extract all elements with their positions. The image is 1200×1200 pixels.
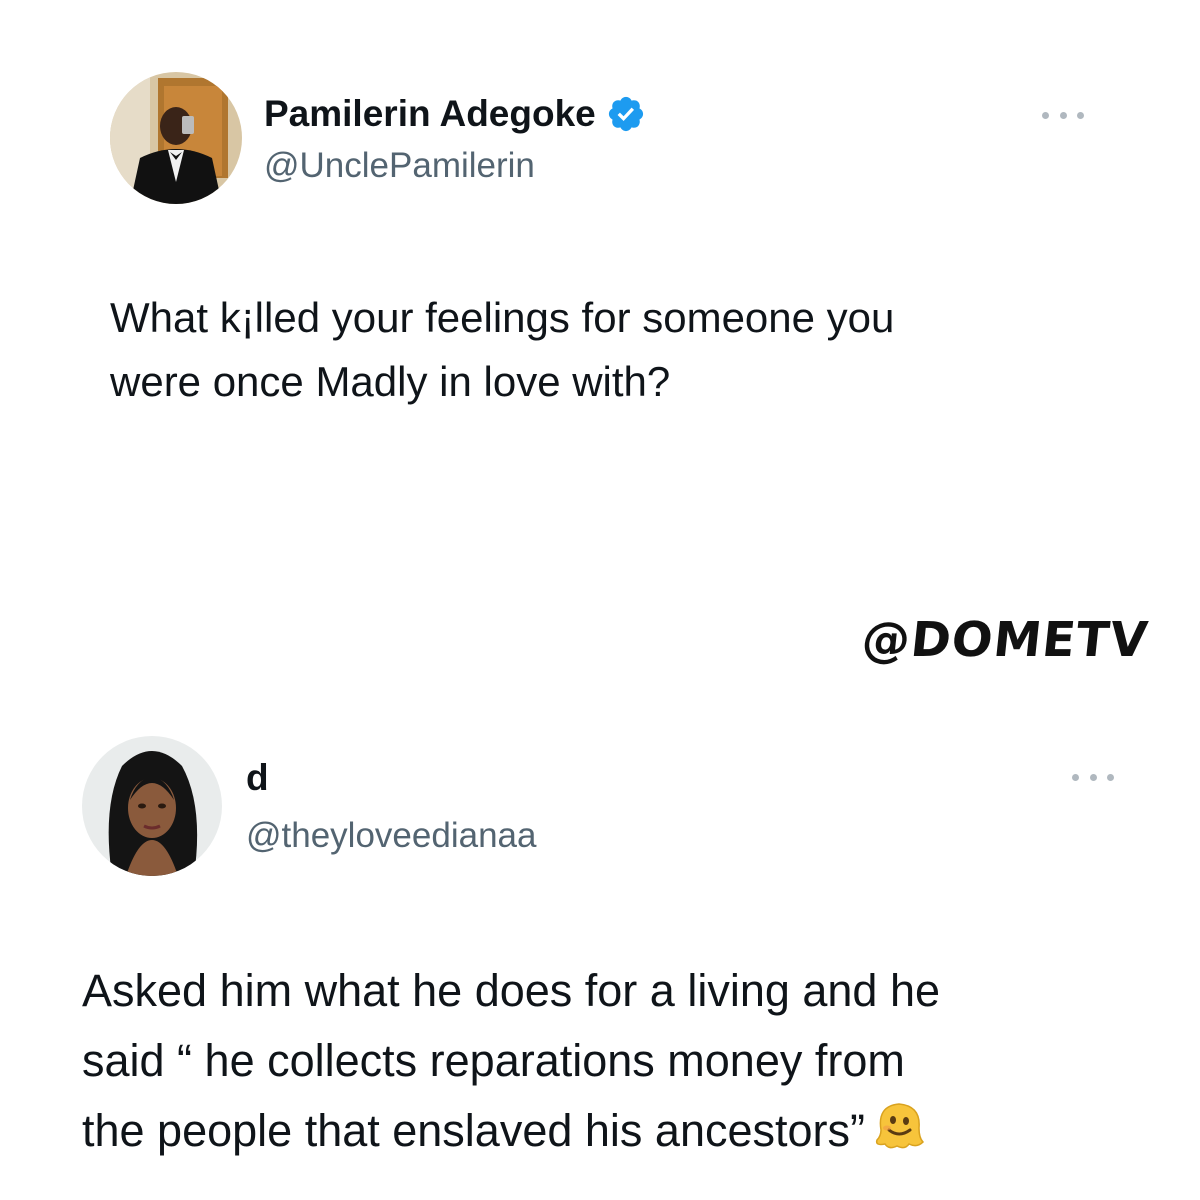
more-options-icon[interactable] [1042, 108, 1084, 122]
verified-badge-icon [608, 96, 643, 132]
avatar-image [82, 736, 222, 876]
tweet-text-line: were once Madly in love with? [110, 358, 671, 405]
avatar[interactable] [110, 72, 242, 204]
author-handle[interactable]: @UnclePamilerin [264, 146, 535, 186]
tweet-text-line: Asked him what he does for a living and … [82, 965, 941, 1016]
tweet-text-line: the people that enslaved his ancestors” [82, 1105, 865, 1156]
author-name[interactable]: Pamilerin Adegoke [264, 93, 596, 135]
avatar[interactable] [82, 736, 222, 876]
more-options-icon[interactable] [1072, 770, 1114, 784]
melting-face-icon [875, 1103, 925, 1149]
tweet-text-line: What k¡lled your feelings for someone yo… [110, 294, 895, 341]
tweet-text-line: said “ he collects reparations money fro… [82, 1035, 905, 1086]
watermark: @DOMETV [858, 612, 1151, 668]
tweet-text: What k¡lled your feelings for someone yo… [110, 286, 894, 414]
author-row: Pamilerin Adegoke [264, 92, 646, 136]
tweet-text: Asked him what he does for a living and … [82, 956, 940, 1166]
avatar-image [110, 72, 242, 204]
author-handle[interactable]: @theyloveedianaa [246, 816, 536, 856]
author-row: d [246, 756, 269, 800]
author-name[interactable]: d [246, 757, 269, 799]
